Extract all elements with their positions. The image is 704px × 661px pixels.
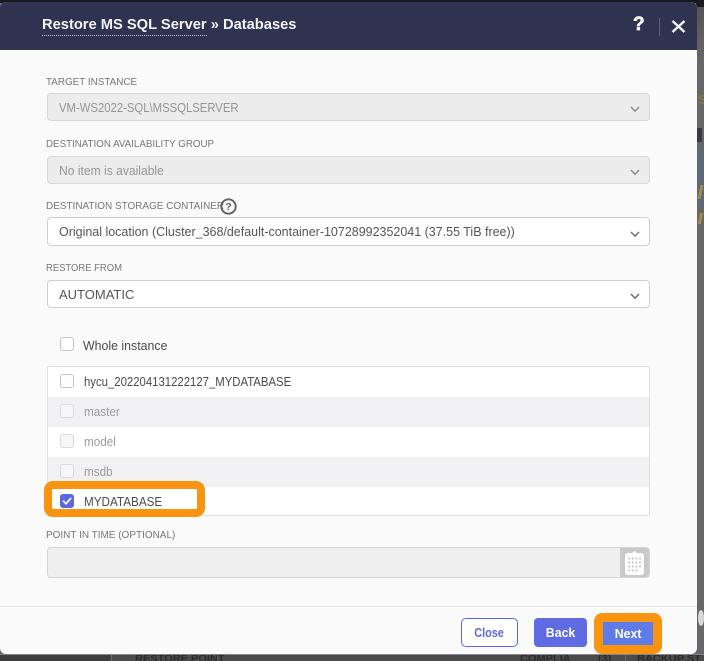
svg-text:?: ?: [225, 201, 231, 213]
